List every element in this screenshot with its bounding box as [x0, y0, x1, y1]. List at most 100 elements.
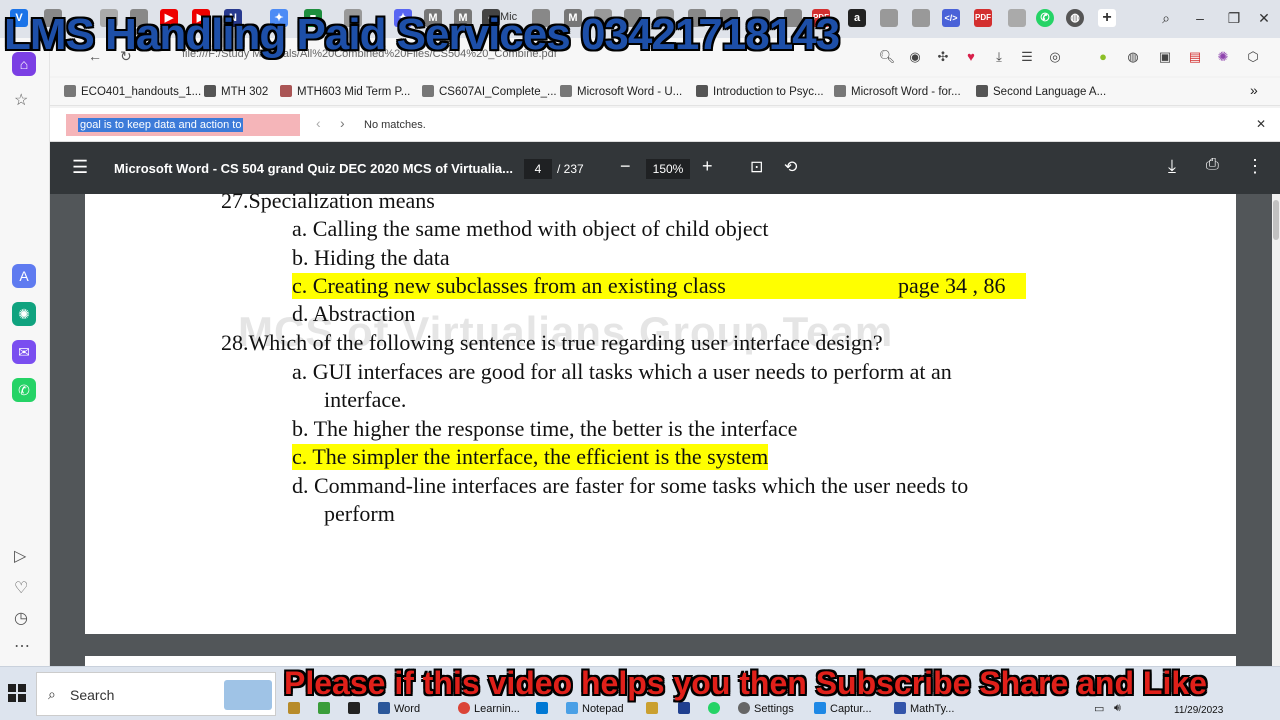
bookmark-item[interactable]: Introduction to Psyc... [696, 85, 824, 98]
taskbar-app[interactable] [318, 702, 334, 715]
star-icon[interactable]: ☆ [14, 90, 28, 110]
find-close-icon[interactable]: ✕ [1256, 117, 1266, 131]
bookmarks-bar: ECO401_handouts_1... MTH 302 MTH603 Mid … [50, 78, 1280, 106]
maximize-icon[interactable]: ❐ [1220, 8, 1248, 28]
amazon-icon[interactable]: a [848, 9, 866, 27]
tab-favicon[interactable] [880, 9, 898, 27]
notepad-icon [566, 702, 578, 714]
lms-icon [204, 85, 216, 97]
taskbar-date[interactable]: 11/29/2023 [1174, 705, 1223, 716]
taskbar-app-settings[interactable]: Settings [738, 702, 794, 715]
pdf-title: Microsoft Word - CS 504 grand Quiz DEC 2… [114, 161, 513, 176]
app-icon [646, 702, 658, 714]
bookmark-item[interactable]: Microsoft Word - U... [560, 85, 682, 98]
taskbar-app[interactable] [678, 702, 694, 715]
bookmark-item[interactable]: ECO401_handouts_1... [64, 85, 201, 98]
history-icon[interactable]: ◷ [14, 608, 28, 628]
zoom-level[interactable]: 150% [646, 159, 690, 179]
code-icon[interactable]: </> [942, 9, 960, 27]
taskbar-app-mathtype[interactable]: MathTy... [894, 702, 954, 715]
option-28d: d. Command-line interfaces are faster fo… [292, 473, 969, 498]
print-icon[interactable]: ⎙ [1206, 156, 1219, 174]
app-icon [318, 702, 330, 714]
option-28b: b. The higher the response time, the bet… [292, 416, 798, 441]
taskbar-app[interactable] [288, 702, 304, 715]
app-icon[interactable]: A [12, 264, 36, 288]
zoom-out-icon[interactable]: − [620, 156, 631, 177]
taskbar-app-capture[interactable]: Captur... [814, 702, 872, 715]
globe-icon[interactable]: ◍ [1066, 9, 1084, 27]
zoom-icon[interactable]: 🔍︎ [878, 48, 896, 66]
copilot-icon[interactable]: ⬡ [1244, 48, 1262, 66]
messenger-icon[interactable]: ✉ [12, 340, 36, 364]
search-icon: ⌕ [48, 686, 56, 702]
bookmark-item[interactable]: MTH603 Mid Term P... [280, 85, 410, 98]
scrollbar-thumb[interactable] [1273, 200, 1279, 240]
option-27b: b. Hiding the data [292, 245, 450, 270]
option-27c-text: c. Creating new subclasses from an exist… [292, 273, 726, 298]
file-icon [280, 85, 292, 97]
bookmark-item[interactable]: Second Language A... [976, 85, 1106, 98]
tab-favicon[interactable] [912, 9, 930, 27]
more-icon[interactable]: ⋯ [14, 636, 30, 656]
find-next-icon[interactable]: › [340, 115, 345, 131]
file-icon [422, 85, 434, 97]
extension-icon[interactable]: ✺ [1214, 48, 1232, 66]
page-number-input[interactable] [524, 159, 552, 179]
taskbar-app[interactable] [708, 702, 724, 715]
bookmark-item[interactable]: MTH 302 [204, 85, 268, 98]
fit-page-icon[interactable]: ⊡ [750, 157, 763, 177]
close-icon[interactable]: ✕ [1250, 8, 1278, 28]
search-highlight-image [224, 680, 272, 710]
bookmark-item[interactable]: CS607AI_Complete_... [422, 85, 557, 98]
taskbar-app[interactable] [536, 702, 552, 715]
favorites-icon[interactable]: ♥ [962, 48, 980, 66]
chatgpt-icon[interactable]: ✺ [12, 302, 36, 326]
scrollbar[interactable] [1272, 194, 1280, 666]
extension-icon[interactable]: ▤ [1186, 48, 1204, 66]
profile-icon[interactable]: ◎ [1046, 48, 1064, 66]
more-options-icon[interactable]: ⋮ [1246, 156, 1264, 177]
gear-icon [738, 702, 750, 714]
search-icon[interactable]: ⌕ [1152, 8, 1180, 28]
bookmarks-overflow-icon[interactable]: » [1250, 82, 1258, 98]
taskbar-app-word[interactable]: Word [378, 702, 420, 715]
download-icon[interactable]: ⤓ [990, 48, 1008, 66]
taskbar-app[interactable] [348, 702, 364, 715]
tab-favicon[interactable] [1008, 9, 1026, 27]
option-27c-highlighted: c. Creating new subclasses from an exist… [292, 273, 1026, 299]
file-icon [64, 85, 76, 97]
zoom-in-icon[interactable]: + [702, 156, 713, 177]
find-prev-icon[interactable]: ‹ [316, 115, 321, 131]
volume-icon[interactable]: 🔊︎ [1114, 702, 1121, 715]
extensions-icon[interactable]: ✣ [934, 48, 952, 66]
camera-icon[interactable]: ◉ [906, 48, 924, 66]
play-icon[interactable]: ▷ [14, 546, 26, 566]
minimize-icon[interactable]: – [1186, 8, 1214, 28]
option-27d: d. Abstraction [292, 301, 416, 326]
capture-icon [814, 702, 826, 714]
bookmark-item[interactable]: Microsoft Word - for... [834, 85, 961, 98]
menu-icon[interactable]: ☰ [72, 157, 88, 178]
extension-icon[interactable]: ● [1094, 48, 1112, 66]
whatsapp-icon[interactable]: ✆ [1036, 9, 1054, 27]
collections-icon[interactable]: ☰ [1018, 48, 1036, 66]
rotate-icon[interactable]: ⟲ [784, 157, 797, 177]
pdf-icon[interactable]: PDF [974, 9, 992, 27]
lms-icon [976, 85, 988, 97]
download-icon[interactable]: ⤓ [1168, 156, 1176, 177]
file-icon [834, 85, 846, 97]
new-tab-icon[interactable]: + [1098, 9, 1116, 27]
globe-icon[interactable]: ◍ [1124, 48, 1142, 66]
edge-sidebar: ⌂ ☆ A ✺ ✉ ✆ ▷ ♡ ◷ ⋯ [0, 38, 50, 666]
taskbar-app-notepad[interactable]: Notepad [566, 702, 624, 715]
app-icon [678, 702, 690, 714]
network-icon[interactable]: ▭ [1094, 702, 1104, 715]
whatsapp-icon[interactable]: ✆ [12, 378, 36, 402]
taskbar-app[interactable] [646, 702, 662, 715]
sigma-icon [894, 702, 906, 714]
heart-icon[interactable]: ♡ [14, 578, 28, 598]
taskbar-app-chrome[interactable]: Learnin... [458, 702, 520, 715]
extension-icon[interactable]: ▣ [1156, 48, 1174, 66]
windows-start-icon[interactable] [8, 684, 26, 702]
